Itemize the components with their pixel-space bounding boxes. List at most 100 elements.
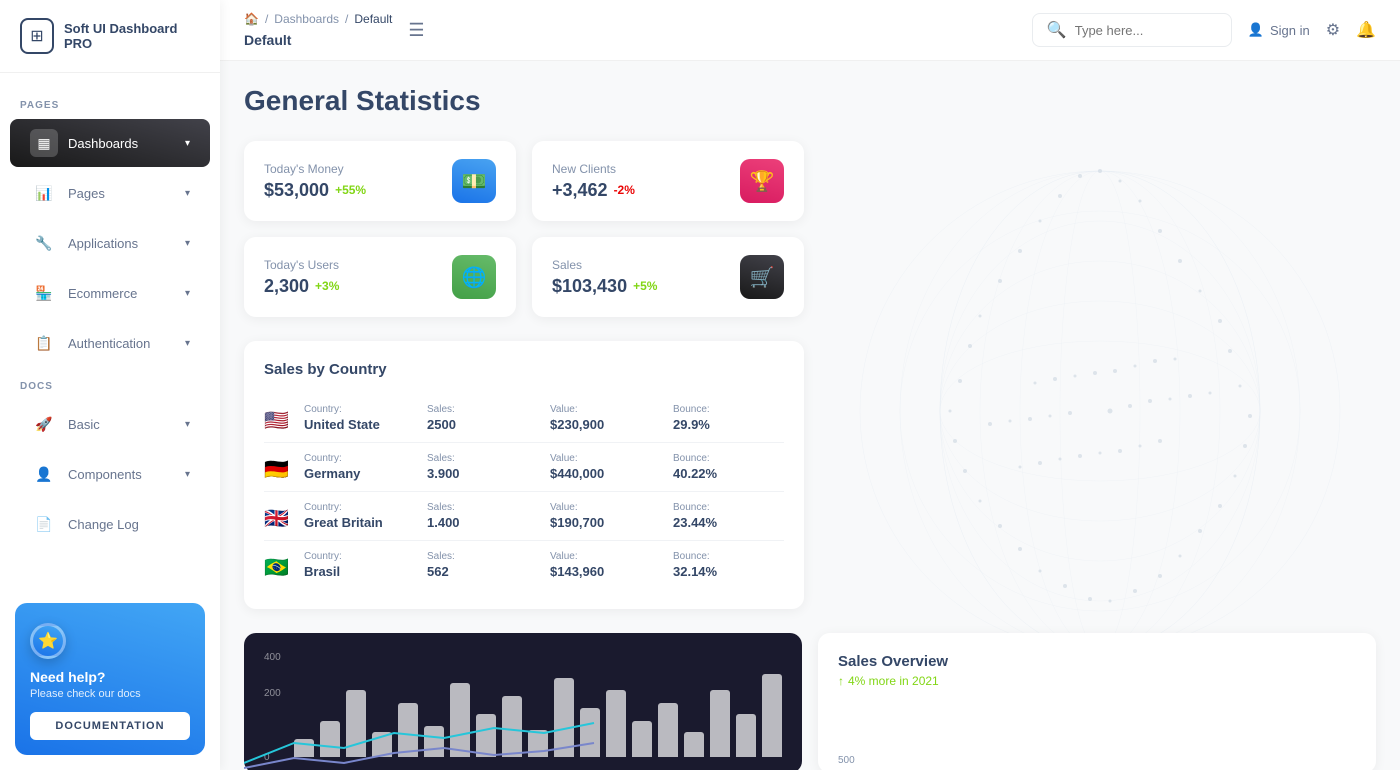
topbar: 🏠 / Dashboards / Default Default ☰ 🔍 👤 S…	[220, 0, 1400, 61]
stat-change-money: +55%	[335, 183, 366, 197]
sidebar-item-basic[interactable]: 🚀 Basic ▾	[10, 400, 210, 448]
applications-icon: 🔧	[30, 229, 58, 257]
breadcrumb: 🏠 / Dashboards / Default Default	[244, 12, 392, 48]
main-area: 🏠 / Dashboards / Default Default ☰ 🔍 👤 S…	[220, 0, 1400, 770]
breadcrumb-dashboards[interactable]: Dashboards	[274, 12, 339, 26]
pages-section-label: PAGES	[0, 88, 220, 117]
pages-icon: 📊	[30, 179, 58, 207]
country-row-us: 🇺🇸 Country: United State Sales: 2500 Val…	[264, 394, 784, 443]
value-col-gb: Value: $190,700	[550, 502, 661, 530]
breadcrumb-separator: /	[265, 12, 268, 26]
value-col-us: Value: $230,900	[550, 404, 661, 432]
stats-grid: Today's Money $53,000 +55% 💵 New Clients…	[244, 141, 804, 317]
topbar-right: 🔍 👤 Sign in ⚙ 🔔	[1032, 13, 1376, 47]
trend-up-icon: ↑	[838, 674, 844, 688]
bounce-col-de: Bounce: 40.22%	[673, 453, 784, 481]
bounce-col-br: Bounce: 32.14%	[673, 551, 784, 579]
sidebar-item-applications[interactable]: 🔧 Applications ▾	[10, 219, 210, 267]
sidebar-item-label: Components	[68, 467, 142, 482]
sales-col-de: Sales: 3.900	[427, 453, 538, 481]
sales-col-br: Sales: 562	[427, 551, 538, 579]
sidebar: ⊞ Soft UI Dashboard PRO PAGES ▦ Dashboar…	[0, 0, 220, 770]
y-label-400: 400	[264, 652, 281, 663]
settings-icon[interactable]: ⚙	[1326, 20, 1340, 40]
sign-in-button[interactable]: 👤 Sign in	[1248, 22, 1310, 38]
bounce-col-gb: Bounce: 23.44%	[673, 502, 784, 530]
country-row-br: 🇧🇷 Country: Brasil Sales: 562 Value: $14…	[264, 541, 784, 589]
bottom-charts: 400 200 0	[244, 633, 1376, 770]
sidebar-item-pages[interactable]: 📊 Pages ▾	[10, 169, 210, 217]
search-icon: 🔍	[1047, 20, 1067, 40]
money-icon: 💵	[452, 159, 496, 203]
stat-change-sales: +5%	[633, 279, 657, 293]
sidebar-nav: PAGES ▦ Dashboards ▾ 📊 Pages ▾ 🔧 Applica…	[0, 73, 220, 588]
documentation-button[interactable]: DOCUMENTATION	[30, 712, 190, 740]
content-area: /* dots generated below */	[220, 61, 1400, 770]
stat-value-sales: $103,430	[552, 276, 627, 297]
country-row-de: 🇩🇪 Country: Germany Sales: 3.900 Value: …	[264, 443, 784, 492]
flag-us: 🇺🇸	[264, 408, 292, 428]
sidebar-item-components[interactable]: 👤 Components ▾	[10, 450, 210, 498]
country-col-de: Country: Germany	[304, 453, 415, 481]
bell-icon[interactable]: 🔔	[1356, 20, 1376, 40]
components-icon: 👤	[30, 460, 58, 488]
help-star-icon: ⭐	[30, 623, 66, 659]
dashboards-icon: ▦	[30, 129, 58, 157]
overview-title: Sales Overview	[838, 653, 1356, 670]
overview-subtitle: ↑ 4% more in 2021	[838, 674, 1356, 688]
ecommerce-icon: 🏪	[30, 279, 58, 307]
sales-icon: 🛒	[740, 255, 784, 299]
docs-section-label: DOCS	[0, 369, 220, 398]
search-input[interactable]	[1075, 23, 1217, 38]
help-subtitle: Please check our docs	[30, 688, 190, 700]
logo: ⊞ Soft UI Dashboard PRO	[0, 0, 220, 73]
stat-value-users: 2,300	[264, 276, 309, 297]
chevron-down-icon: ▾	[185, 288, 190, 299]
flag-de: 🇩🇪	[264, 457, 292, 477]
chevron-down-icon: ▾	[185, 338, 190, 349]
y-label-200: 200	[264, 688, 281, 699]
sidebar-item-ecommerce[interactable]: 🏪 Ecommerce ▾	[10, 269, 210, 317]
sidebar-item-authentication[interactable]: 📋 Authentication ▾	[10, 319, 210, 367]
country-row-gb: 🇬🇧 Country: Great Britain Sales: 1.400 V…	[264, 492, 784, 541]
stat-label-sales: Sales	[552, 258, 657, 272]
sidebar-item-changelog[interactable]: 📄 Change Log	[10, 500, 210, 548]
stat-info-users: Today's Users 2,300 +3%	[264, 258, 339, 297]
chevron-down-icon: ▾	[185, 138, 190, 149]
flag-br: 🇧🇷	[264, 555, 292, 575]
flag-gb: 🇬🇧	[264, 506, 292, 526]
chevron-down-icon: ▾	[185, 419, 190, 430]
logo-text: Soft UI Dashboard PRO	[64, 21, 200, 51]
sidebar-item-label: Ecommerce	[68, 286, 137, 301]
users-icon: 🌐	[452, 255, 496, 299]
sales-country-card: Sales by Country 🇺🇸 Country: United Stat…	[244, 341, 804, 609]
line-chart-svg	[818, 713, 1376, 770]
sidebar-item-dashboards[interactable]: ▦ Dashboards ▾	[10, 119, 210, 167]
stat-label-users: Today's Users	[264, 258, 339, 272]
search-box[interactable]: 🔍	[1032, 13, 1232, 47]
hamburger-icon[interactable]: ☰	[408, 20, 424, 41]
chevron-down-icon: ▾	[185, 469, 190, 480]
auth-icon: 📋	[30, 329, 58, 357]
sales-col-gb: Sales: 1.400	[427, 502, 538, 530]
country-table: 🇺🇸 Country: United State Sales: 2500 Val…	[264, 394, 784, 589]
user-icon: 👤	[1248, 22, 1264, 38]
stat-info-clients: New Clients +3,462 -2%	[552, 162, 635, 201]
chart-y-axis: 400	[264, 647, 782, 665]
stat-change-users: +3%	[315, 279, 339, 293]
stat-label-clients: New Clients	[552, 162, 635, 176]
stat-card-users: Today's Users 2,300 +3% 🌐	[244, 237, 516, 317]
country-col-us: Country: United State	[304, 404, 415, 432]
breadcrumb-current: Default	[354, 12, 392, 26]
breadcrumb-path: 🏠 / Dashboards / Default	[244, 12, 392, 26]
sidebar-item-label: Dashboards	[68, 136, 138, 151]
sales-country-title: Sales by Country	[264, 361, 784, 378]
stat-value-money: $53,000	[264, 180, 329, 201]
bounce-col-us: Bounce: 29.9%	[673, 404, 784, 432]
sidebar-item-label: Basic	[68, 417, 100, 432]
general-statistics-title: General Statistics	[244, 85, 1376, 117]
chevron-down-icon: ▾	[185, 188, 190, 199]
sidebar-item-label: Authentication	[68, 336, 150, 351]
sign-in-label: Sign in	[1270, 23, 1310, 38]
stat-label-money: Today's Money	[264, 162, 366, 176]
